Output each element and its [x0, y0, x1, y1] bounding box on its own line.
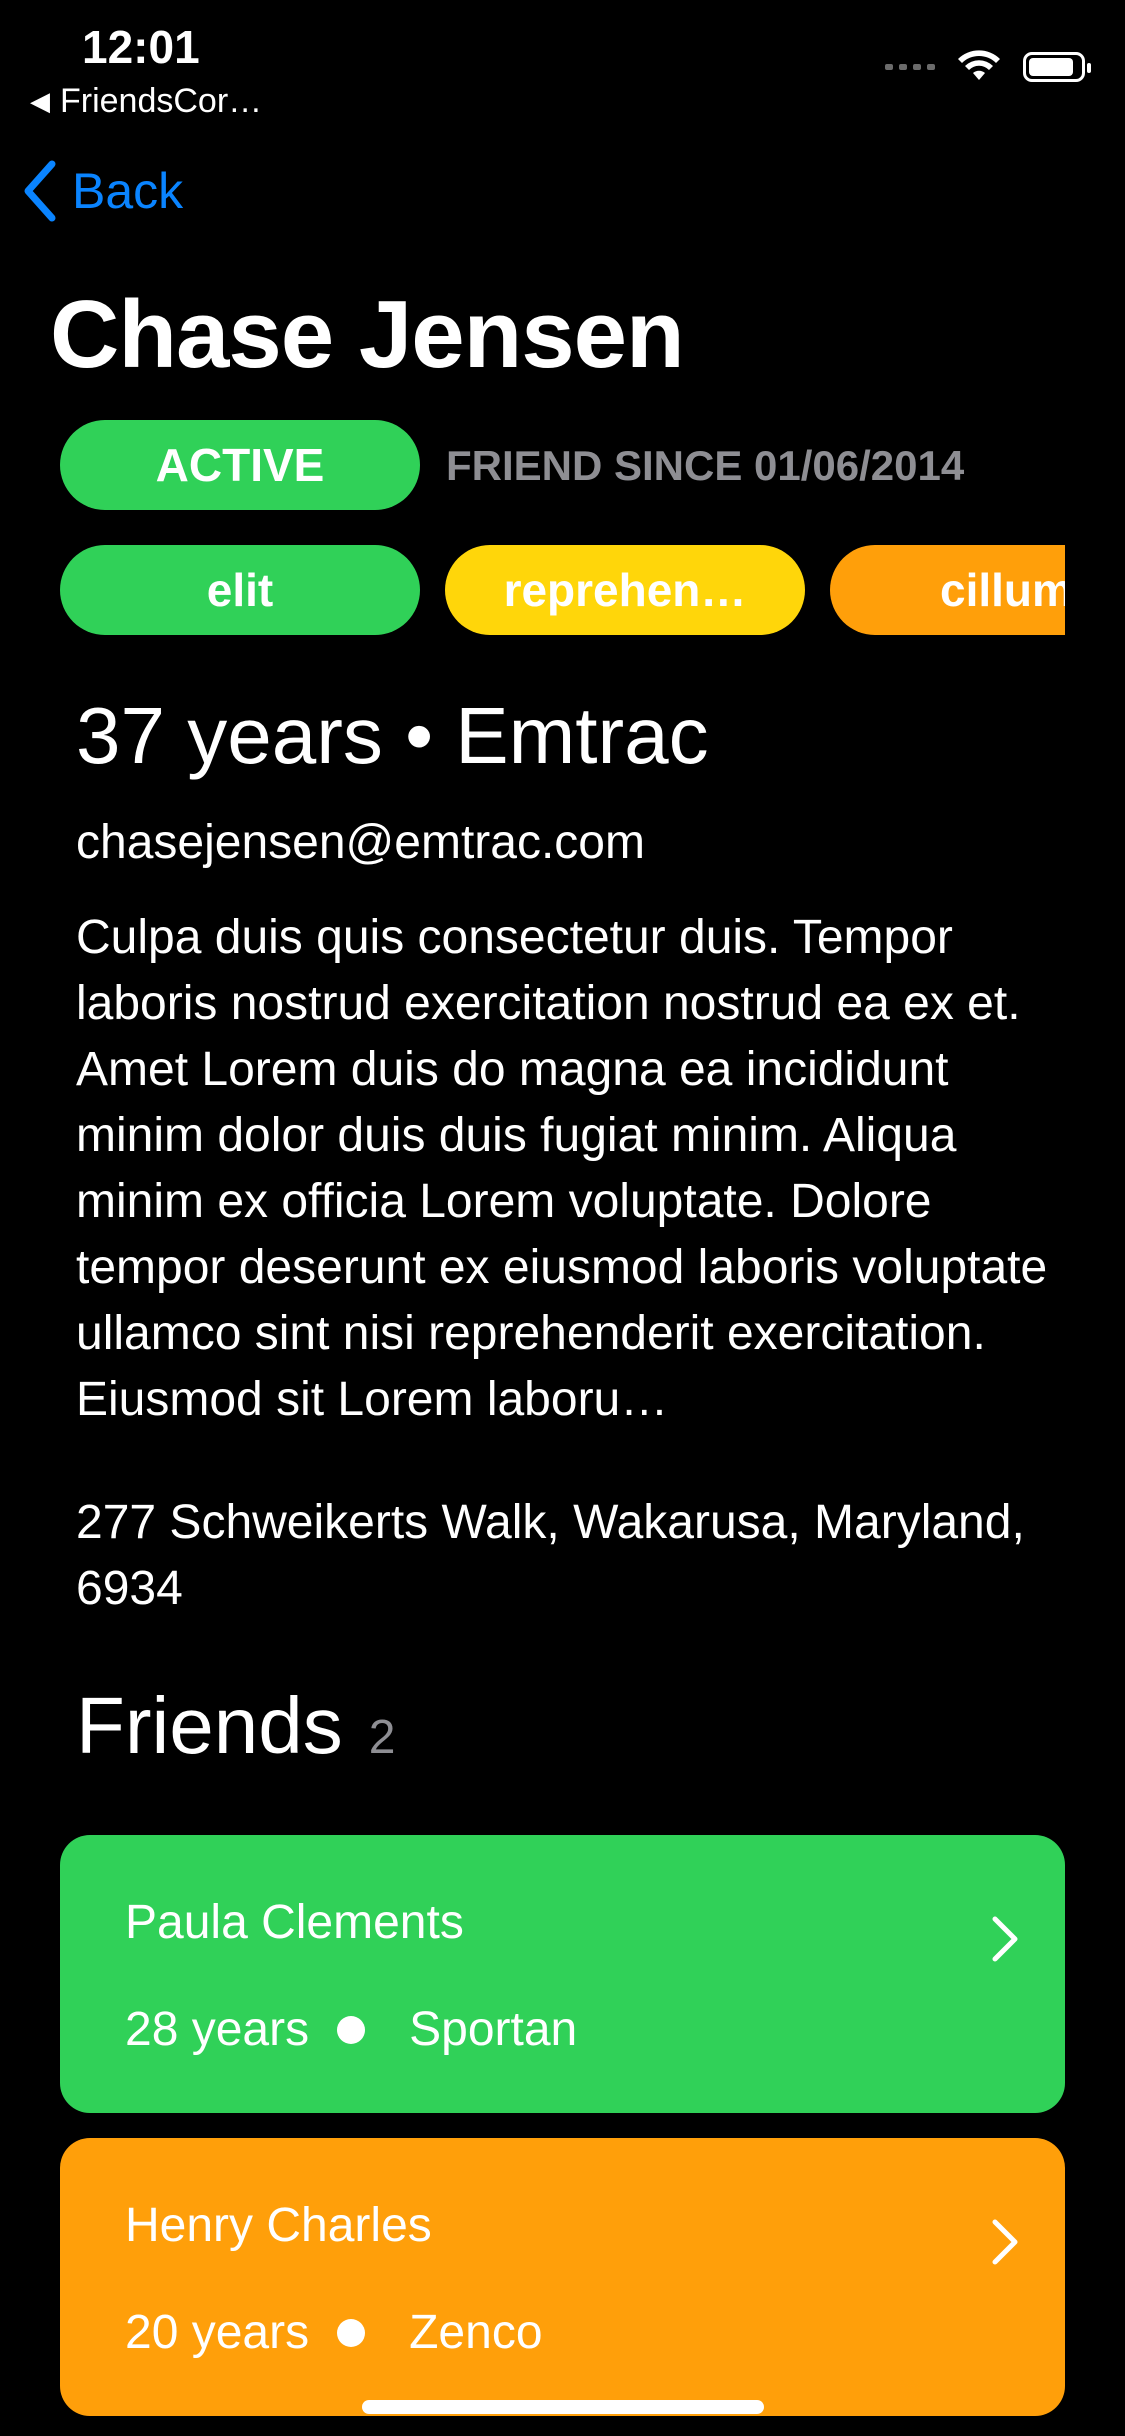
- home-indicator[interactable]: [362, 2400, 764, 2414]
- wifi-icon: [958, 50, 1000, 80]
- tag-chip: elit: [60, 545, 420, 635]
- friend-age: 28 years: [125, 2003, 310, 2056]
- back-app-triangle-icon: ◀: [30, 86, 50, 116]
- friend-since-label: FRIEND SINCE 01/06/2014: [446, 442, 965, 489]
- back-label: Back: [72, 163, 184, 219]
- friend-age: 20 years: [125, 2306, 310, 2359]
- page-title: Chase Jensen: [50, 281, 685, 388]
- friend-meta: 28 years Sportan: [125, 2002, 1065, 2057]
- friends-title: Friends: [76, 1681, 343, 1770]
- friend-name: Paula Clements: [125, 1896, 464, 1949]
- battery-icon: [1023, 52, 1091, 82]
- friends-section-header: Friends 2: [76, 1680, 395, 1772]
- email-address: chasejensen@emtrac.com: [76, 816, 645, 869]
- status-indicators: [885, 50, 1091, 84]
- friend-company: Zenco: [409, 2306, 543, 2359]
- return-to-app-link[interactable]: ◀ FriendsCor…: [30, 82, 262, 121]
- tag-chip: reprehen…: [445, 545, 805, 635]
- friend-meta: 20 years Zenco: [125, 2305, 1065, 2360]
- status-badge: ACTIVE: [60, 420, 420, 510]
- separator-dot-icon: [337, 2015, 366, 2044]
- age-company: 37 years • Emtrac: [76, 691, 709, 780]
- back-button[interactable]: Back: [22, 160, 183, 222]
- return-app-label: FriendsCor…: [60, 82, 263, 120]
- friends-count: 2: [368, 1711, 396, 1764]
- tag-chip: cillum: [830, 545, 1065, 635]
- status-time: 12:01: [82, 21, 200, 73]
- signal-icon: [885, 64, 935, 70]
- friend-company: Sportan: [409, 2003, 578, 2056]
- friend-card[interactable]: Henry Charles 20 years Zenco: [60, 2138, 1065, 2416]
- separator-dot-icon: [337, 2318, 366, 2347]
- postal-address: 277 Schweikerts Walk, Wakarusa, Maryland…: [76, 1496, 1025, 1615]
- about-text: Culpa duis quis consectetur duis. Tempor…: [76, 911, 1048, 1426]
- chevron-right-icon: [992, 2219, 1018, 2265]
- chevron-right-icon: [992, 1916, 1018, 1962]
- friend-name: Henry Charles: [125, 2199, 432, 2252]
- chevron-left-icon: [24, 160, 56, 222]
- friend-card[interactable]: Paula Clements 28 years Sportan: [60, 1835, 1065, 2113]
- tags-row[interactable]: elit reprehen… cillum: [60, 545, 1065, 637]
